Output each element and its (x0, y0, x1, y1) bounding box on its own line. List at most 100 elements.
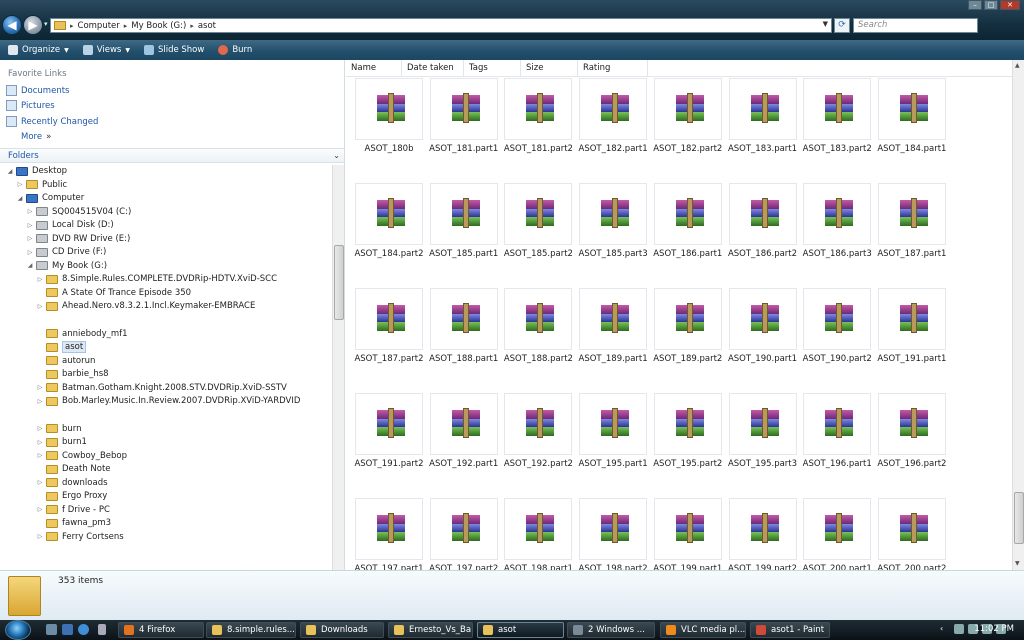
breadcrumb-asot[interactable]: asot (194, 21, 220, 31)
tree-item[interactable]: Death Note (36, 463, 111, 475)
taskbar-button[interactable]: asot (477, 622, 564, 638)
fav-recently-changed[interactable]: Recently Changed (6, 116, 98, 127)
file-item[interactable]: ASOT_190.part1 (728, 288, 798, 368)
tree-item[interactable]: ▷ Cowboy_Bebop (36, 450, 127, 462)
file-item[interactable]: ASOT_187.part2 (354, 288, 424, 368)
breadcrumb-mybook[interactable]: My Book (G:) (127, 21, 190, 31)
taskbar-button[interactable]: Ernesto_Vs_Ba... (388, 622, 473, 638)
file-item[interactable]: ASOT_185.part1 (429, 183, 499, 263)
fav-more[interactable]: More » (21, 132, 51, 142)
tree-item[interactable]: ▷ downloads (36, 477, 108, 489)
file-item[interactable]: ASOT_196.part2 (877, 393, 947, 473)
tree-item[interactable]: ▷ f Drive - PC (36, 504, 110, 516)
file-item[interactable]: ASOT_187.part1 (877, 183, 947, 263)
taskbar-button[interactable]: 8.simple.rules.... (206, 622, 296, 638)
forward-button[interactable]: ▶ (23, 15, 43, 35)
tree-item[interactable]: ◢ Computer (16, 192, 85, 204)
minimize-button[interactable]: – (968, 0, 982, 10)
tree-item[interactable]: asot (36, 341, 87, 353)
maximize-button[interactable]: □ (984, 0, 998, 10)
tree-item[interactable]: ▷ 8.Simple.Rules.COMPLETE.DVDRip-HDTV.Xvi… (36, 273, 277, 285)
expand-arrow-icon[interactable]: ▷ (36, 452, 44, 459)
file-item[interactable]: ASOT_195.part2 (653, 393, 723, 473)
expand-arrow-icon[interactable]: ▷ (36, 384, 44, 391)
file-item[interactable]: ASOT_200.part1 (802, 498, 872, 570)
tree-item[interactable]: ▷ Ahead.Nero.v8.3.2.1.Incl.Keymaker-EMBRA… (36, 300, 256, 312)
col-date-taken[interactable]: Date taken (402, 60, 464, 76)
file-item[interactable]: ASOT_188.part1 (429, 288, 499, 368)
switch-windows-icon[interactable] (62, 624, 73, 635)
tree-item[interactable]: ▷ SQ004515V04 (C:) (26, 206, 132, 218)
file-item[interactable]: ASOT_186.part2 (728, 183, 798, 263)
expand-arrow-icon[interactable]: ◢ (26, 262, 34, 269)
file-item[interactable]: ASOT_189.part1 (578, 288, 648, 368)
expand-arrow-icon[interactable]: ▷ (36, 276, 44, 283)
expand-arrow-icon[interactable]: ▷ (26, 249, 34, 256)
tree-item[interactable]: ▷ Bob.Marley.Music.In.Review.2007.DVDRip.… (36, 395, 301, 407)
file-item[interactable]: ASOT_198.part2 (578, 498, 648, 570)
tray-app-icon[interactable] (954, 624, 964, 634)
scroll-up-icon[interactable]: ▲ (1015, 62, 1020, 69)
file-scrollbar[interactable]: ▲ ▼ (1012, 60, 1024, 570)
col-rating[interactable]: Rating (578, 60, 648, 76)
file-item[interactable]: ASOT_183.part1 (728, 78, 798, 158)
tree-item[interactable]: anniebody_mf1 (36, 328, 128, 340)
expand-arrow-icon[interactable]: ▷ (26, 222, 34, 229)
tree-item[interactable]: ◢ My Book (G:) (26, 260, 107, 272)
taskbar-button[interactable]: asot1 - Paint (750, 622, 830, 638)
expand-arrow-icon[interactable]: ▷ (36, 506, 44, 513)
expand-arrow-icon[interactable]: ▷ (36, 479, 44, 486)
expand-arrow-icon[interactable]: ▷ (16, 181, 24, 188)
expand-arrow-icon[interactable]: ◢ (6, 168, 14, 175)
file-item[interactable]: ASOT_182.part1 (578, 78, 648, 158)
tree-item[interactable]: ▷ Batman.Gotham.Knight.2008.STV.DVDRip.Xv… (36, 382, 287, 394)
tree-scrollbar-thumb[interactable] (334, 245, 344, 320)
start-button[interactable] (5, 620, 31, 640)
tree-item[interactable]: ▷ Ferry Cortsens (36, 531, 124, 543)
file-item[interactable]: ASOT_199.part1 (653, 498, 723, 570)
tree-item[interactable]: autorun (36, 355, 95, 367)
file-item[interactable]: ASOT_181.part1 (429, 78, 499, 158)
file-item[interactable]: ASOT_192.part2 (503, 393, 573, 473)
organize-button[interactable]: Organize ▼ (8, 45, 69, 55)
file-item[interactable]: ASOT_191.part1 (877, 288, 947, 368)
expand-arrow-icon[interactable]: ▷ (36, 425, 44, 432)
file-item[interactable]: ASOT_184.part2 (354, 183, 424, 263)
file-item[interactable]: ASOT_184.part1 (877, 78, 947, 158)
file-item[interactable]: ASOT_195.part1 (578, 393, 648, 473)
expand-arrow-icon[interactable]: ▷ (26, 235, 34, 242)
file-item[interactable]: ASOT_189.part2 (653, 288, 723, 368)
file-item[interactable]: ASOT_188.part2 (503, 288, 573, 368)
file-item[interactable]: ASOT_196.part1 (802, 393, 872, 473)
show-desktop-icon[interactable] (46, 624, 57, 635)
address-dropdown-icon[interactable]: ▼ (823, 20, 828, 28)
close-button[interactable]: ✕ (1000, 0, 1020, 10)
tree-item[interactable]: fawna_pm3 (36, 517, 111, 529)
taskbar-button[interactable]: 2 Windows ... (567, 622, 655, 638)
tree-item[interactable]: A State Of Trance Episode 350 (36, 287, 191, 299)
col-tags[interactable]: Tags (464, 60, 521, 76)
tree-item[interactable]: ▷ DVD RW Drive (E:) (26, 233, 131, 245)
tree-item[interactable]: ◢ Desktop (6, 165, 67, 177)
file-item[interactable]: ASOT_183.part2 (802, 78, 872, 158)
file-item[interactable]: ASOT_180b (354, 78, 424, 158)
address-bar[interactable]: ▸ Computer ▸ My Book (G:) ▸ asot ▼ (50, 18, 832, 33)
file-item[interactable]: ASOT_198.part1 (503, 498, 573, 570)
burn-button[interactable]: Burn (218, 45, 252, 55)
scroll-down-icon[interactable]: ▼ (1015, 560, 1020, 567)
expand-arrow-icon[interactable]: ◢ (16, 195, 24, 202)
expand-arrow-icon[interactable]: ▷ (36, 398, 44, 405)
quicklaunch-more-icon[interactable] (98, 624, 106, 635)
folders-header[interactable]: Folders ⌄ (0, 148, 344, 163)
refresh-button[interactable]: ⟳ (834, 18, 850, 33)
file-item[interactable]: ASOT_186.part1 (653, 183, 723, 263)
file-item[interactable]: ASOT_191.part2 (354, 393, 424, 473)
breadcrumb-computer[interactable]: Computer (74, 21, 124, 31)
tree-item[interactable]: ▷ Local Disk (D:) (26, 219, 114, 231)
file-item[interactable]: ASOT_185.part3 (578, 183, 648, 263)
fav-documents[interactable]: Documents (6, 85, 69, 96)
clock[interactable]: 11:02 PM (974, 624, 1014, 634)
file-item[interactable]: ASOT_186.part3 (802, 183, 872, 263)
tree-scrollbar[interactable] (332, 165, 344, 570)
tree-item[interactable]: barbie_hs8 (36, 368, 109, 380)
